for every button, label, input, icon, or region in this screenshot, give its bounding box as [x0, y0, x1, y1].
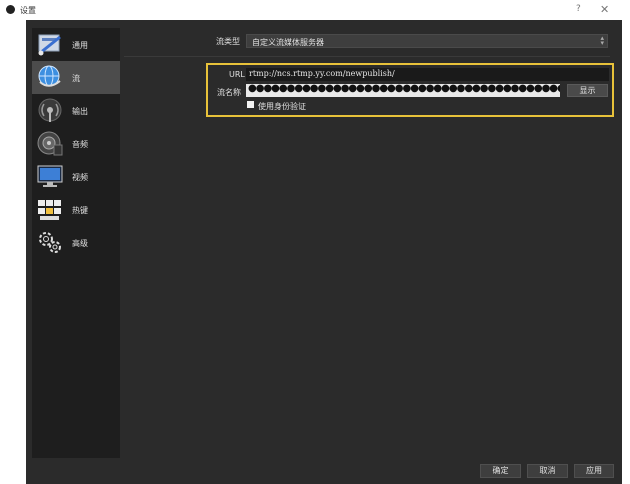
ok-button[interactable]: 确定	[480, 464, 521, 478]
sidebar-item-label: 输出	[72, 107, 88, 116]
audio-speaker-icon	[37, 131, 63, 156]
help-button[interactable]: ?	[576, 4, 581, 14]
hotkeys-keyboard-icon	[38, 200, 61, 220]
apply-button[interactable]: 应用	[574, 464, 614, 478]
globe-icon	[38, 65, 61, 87]
section-divider	[124, 56, 610, 57]
sidebar-item-label: 流	[72, 74, 80, 83]
window-title: 设置	[20, 6, 36, 15]
url-label: URL	[229, 70, 245, 79]
stream-type-value: 自定义流媒体服务器	[252, 38, 324, 47]
show-key-button[interactable]: 显示	[567, 84, 608, 97]
url-value: rtmp://ncs.rtmp.yy.com/newpublish/	[249, 69, 395, 78]
video-monitor-icon	[37, 165, 63, 187]
settings-window: 通用 流 输出 音频 视频 热键 高级 流类型 自定义流媒体服务器 ▴ ▾ UR…	[26, 20, 622, 484]
sidebar-item-video[interactable]: 视频	[32, 160, 120, 193]
url-field[interactable]: rtmp://ncs.rtmp.yy.com/newpublish/	[246, 68, 609, 81]
advanced-gears-icon	[39, 232, 61, 253]
sidebar-item-hotkeys[interactable]: 热键	[32, 193, 120, 226]
use-auth-checkbox[interactable]	[247, 101, 254, 108]
cancel-button[interactable]: 取消	[527, 464, 568, 478]
general-icon	[38, 34, 61, 56]
stream-key-label: 流名称	[217, 88, 241, 97]
chevron-updown-icon: ▴ ▾	[600, 34, 604, 47]
sidebar-item-label: 通用	[72, 41, 88, 50]
settings-sidebar: 通用 流 输出 音频 视频 热键 高级	[32, 28, 120, 458]
sidebar-item-label: 热键	[72, 206, 88, 215]
stream-key-value: ●●●●●●●●●●●●●●●●●●●●●●●●●●●●●●●●●●●●●●●●…	[248, 84, 560, 94]
output-antenna-icon	[38, 98, 62, 122]
stream-type-label: 流类型	[216, 37, 240, 46]
sidebar-item-audio[interactable]: 音频	[32, 127, 120, 160]
sidebar-item-output[interactable]: 输出	[32, 94, 120, 127]
sidebar-item-label: 高级	[72, 239, 88, 248]
title-bar: 设置 ? ✕	[0, 0, 630, 20]
close-button[interactable]: ✕	[600, 3, 609, 16]
sidebar-item-general[interactable]: 通用	[32, 28, 120, 61]
use-auth-label: 使用身份验证	[258, 102, 306, 111]
sidebar-item-label: 视频	[72, 173, 88, 182]
sidebar-item-stream[interactable]: 流	[32, 61, 120, 94]
stream-key-field[interactable]: ●●●●●●●●●●●●●●●●●●●●●●●●●●●●●●●●●●●●●●●●…	[246, 84, 560, 97]
sidebar-item-advanced[interactable]: 高级	[32, 226, 120, 259]
sidebar-item-label: 音频	[72, 140, 88, 149]
obs-app-icon	[6, 5, 15, 14]
stream-type-select[interactable]: 自定义流媒体服务器 ▴ ▾	[246, 34, 608, 48]
